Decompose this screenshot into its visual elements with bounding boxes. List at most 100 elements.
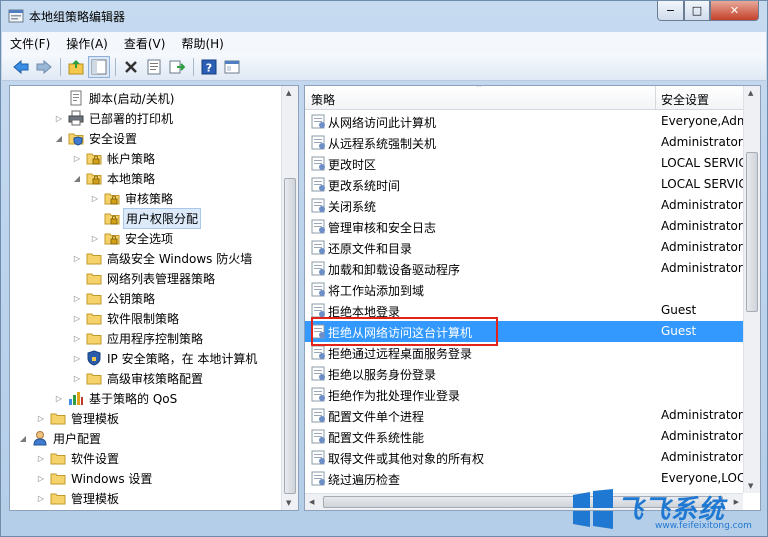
tree-node-label: 应用程序控制策略 [107, 331, 204, 346]
close-button[interactable]: ✕ [710, 1, 759, 21]
export-list-button[interactable] [166, 56, 188, 78]
tree-node[interactable]: 网络列表管理器策略 [10, 268, 288, 288]
minimize-button[interactable]: − [657, 1, 684, 21]
column-divider[interactable] [655, 86, 656, 110]
list-scroll-thumb[interactable] [746, 152, 758, 312]
tree-pane[interactable]: 脚本(启动/关机) ▷ 已部署的打印机 ◢ 安全设置 ▷ 帐户策略 ◢ 本地策略 ▷ 审核策略 用户权… [9, 85, 299, 511]
windows-logo-icon [573, 489, 613, 529]
policy-setting-icon [311, 282, 326, 297]
policy-row[interactable]: 拒绝以服务身份登录 [305, 363, 743, 384]
policy-security-setting: LOCAL SERVICE [661, 177, 745, 191]
tree-scroll-thumb[interactable] [284, 178, 296, 494]
tree-node[interactable]: ▷ 安全选项 [10, 228, 288, 248]
tree-node-label: IP 安全策略，在 本地计算机 [107, 351, 258, 366]
delete-button[interactable] [120, 56, 142, 78]
policy-row[interactable]: 配置文件系统性能 Administrators [305, 426, 745, 447]
scroll-up-icon[interactable]: ▲ [748, 89, 753, 97]
collapse-arrow-icon[interactable]: ◢ [18, 434, 28, 443]
tree-node[interactable]: ▷ 管理模板 [10, 408, 288, 428]
show-hide-tree-button[interactable] [88, 56, 110, 78]
help-icon: ? [201, 59, 217, 75]
policy-row[interactable]: 取得文件或其他对象的所有权 Administrators [305, 447, 745, 468]
expand-arrow-icon[interactable]: ▷ [36, 414, 46, 423]
title-bar[interactable]: 本地组策略编辑器 − □ ✕ [1, 1, 767, 31]
tree-vertical-scrollbar[interactable]: ▲ ▼ [281, 86, 298, 510]
expand-arrow-icon[interactable]: ▷ [90, 194, 100, 203]
policy-row[interactable]: 还原文件和目录 Administrators [305, 237, 745, 258]
maximize-button[interactable]: □ [684, 1, 710, 21]
expand-arrow-icon[interactable]: ▷ [72, 354, 82, 363]
policy-row[interactable]: 关闭系统 Administrators [305, 195, 745, 216]
menu-file[interactable]: 文件(F) [10, 35, 50, 52]
tree-node[interactable]: ▷ 帐户策略 [10, 148, 288, 168]
tree-node[interactable]: 脚本(启动/关机) [10, 88, 288, 108]
policy-row[interactable]: 配置文件单个进程 Administrators [305, 405, 745, 426]
folder-icon [86, 250, 102, 266]
tree-node[interactable]: ▷ 审核策略 [10, 188, 288, 208]
properties-button[interactable] [143, 56, 165, 78]
policy-row[interactable]: 将工作站添加到域 [305, 279, 743, 300]
tree-node[interactable]: ◢ 安全设置 [10, 128, 288, 148]
list-vertical-scrollbar[interactable]: ▲ ▼ [743, 86, 760, 493]
collapse-arrow-icon[interactable]: ◢ [72, 174, 82, 183]
expand-arrow-icon[interactable]: ▷ [54, 114, 64, 123]
expand-arrow-icon[interactable]: ▷ [90, 234, 100, 243]
column-header-security-setting[interactable]: 安全设置 [661, 91, 709, 108]
up-level-button[interactable] [65, 56, 87, 78]
policy-row[interactable]: 加载和卸载设备驱动程序 Administrators [305, 258, 745, 279]
tree-node[interactable]: ▷ Windows 设置 [10, 468, 288, 488]
expand-arrow-icon[interactable]: ▷ [54, 394, 64, 403]
expand-arrow-icon[interactable]: ▷ [72, 334, 82, 343]
policy-row[interactable]: 更改系统时间 LOCAL SERVICE [305, 174, 745, 195]
tree-node[interactable]: ▷ 软件设置 [10, 448, 288, 468]
menu-action[interactable]: 操作(A) [66, 35, 108, 52]
policy-row[interactable]: 从远程系统强制关机 Administrators [305, 132, 745, 153]
tree-node[interactable]: ▷ 管理模板 [10, 488, 288, 508]
help-button[interactable]: ? [198, 56, 220, 78]
forward-button[interactable] [33, 56, 55, 78]
tree-node[interactable]: ◢ 用户配置 [10, 428, 288, 448]
expand-arrow-icon[interactable]: ▷ [72, 294, 82, 303]
policy-row[interactable]: 拒绝作为批处理作业登录 [305, 384, 743, 405]
expand-arrow-icon[interactable]: ▷ [36, 494, 46, 503]
policy-row[interactable]: 更改时区 LOCAL SERVICE [305, 153, 745, 174]
extended-view-icon [224, 60, 240, 74]
policy-row[interactable]: 管理审核和安全日志 Administrators [305, 216, 745, 237]
menu-view[interactable]: 查看(V) [124, 35, 166, 52]
expand-arrow-icon[interactable]: ▷ [72, 154, 82, 163]
tree-node[interactable]: ▷ 高级审核策略配置 [10, 368, 288, 388]
tree-node[interactable]: ▷ 已部署的打印机 [10, 108, 288, 128]
scroll-up-icon[interactable]: ▲ [286, 89, 291, 97]
details-pane[interactable]: ⌃ 策略 安全设置 从网络访问此计算机 Everyone,Adm 从远程系统强制关机… [304, 85, 761, 511]
policy-setting-icon [311, 408, 326, 423]
collapse-arrow-icon[interactable]: ◢ [54, 134, 64, 143]
expand-arrow-icon[interactable]: ▷ [36, 474, 46, 483]
back-button[interactable] [10, 56, 32, 78]
tree-node[interactable]: 用户权限分配 [10, 207, 288, 229]
maximize-icon: □ [691, 4, 703, 17]
menu-help[interactable]: 帮助(H) [181, 35, 223, 52]
expand-arrow-icon[interactable]: ▷ [72, 374, 82, 383]
expand-arrow-icon[interactable]: ▷ [36, 454, 46, 463]
policy-setting-icon [311, 345, 326, 360]
tree-node[interactable]: ▷ IP 安全策略，在 本地计算机 [10, 348, 288, 368]
policy-setting-icon [311, 366, 326, 381]
tree-node[interactable]: ▷ 基于策略的 QoS [10, 388, 288, 408]
red-highlight-annotation [311, 317, 498, 346]
tree-node[interactable]: ◢ 本地策略 [10, 168, 288, 188]
policy-row[interactable]: 从网络访问此计算机 Everyone,Adm [305, 111, 745, 132]
tree-node-label: 本地策略 [107, 171, 156, 186]
scroll-down-icon[interactable]: ▼ [286, 499, 291, 507]
column-header-policy[interactable]: 策略 [311, 91, 335, 108]
tree-node[interactable]: ▷ 公钥策略 [10, 288, 288, 308]
tree-node[interactable]: ▷ 软件限制策略 [10, 308, 288, 328]
scroll-left-icon[interactable]: ◀ [309, 498, 314, 506]
tree-node-label: 安全设置 [89, 131, 138, 146]
expand-arrow-icon[interactable]: ▷ [72, 254, 82, 263]
policy-security-setting: Administrators [661, 408, 745, 422]
extended-view-button[interactable] [221, 56, 243, 78]
expand-arrow-icon[interactable]: ▷ [72, 314, 82, 323]
tree-node[interactable]: ▷ 应用程序控制策略 [10, 328, 288, 348]
tree-node[interactable]: ▷ 高级安全 Windows 防火墙 [10, 248, 288, 268]
security-icon [68, 130, 84, 146]
